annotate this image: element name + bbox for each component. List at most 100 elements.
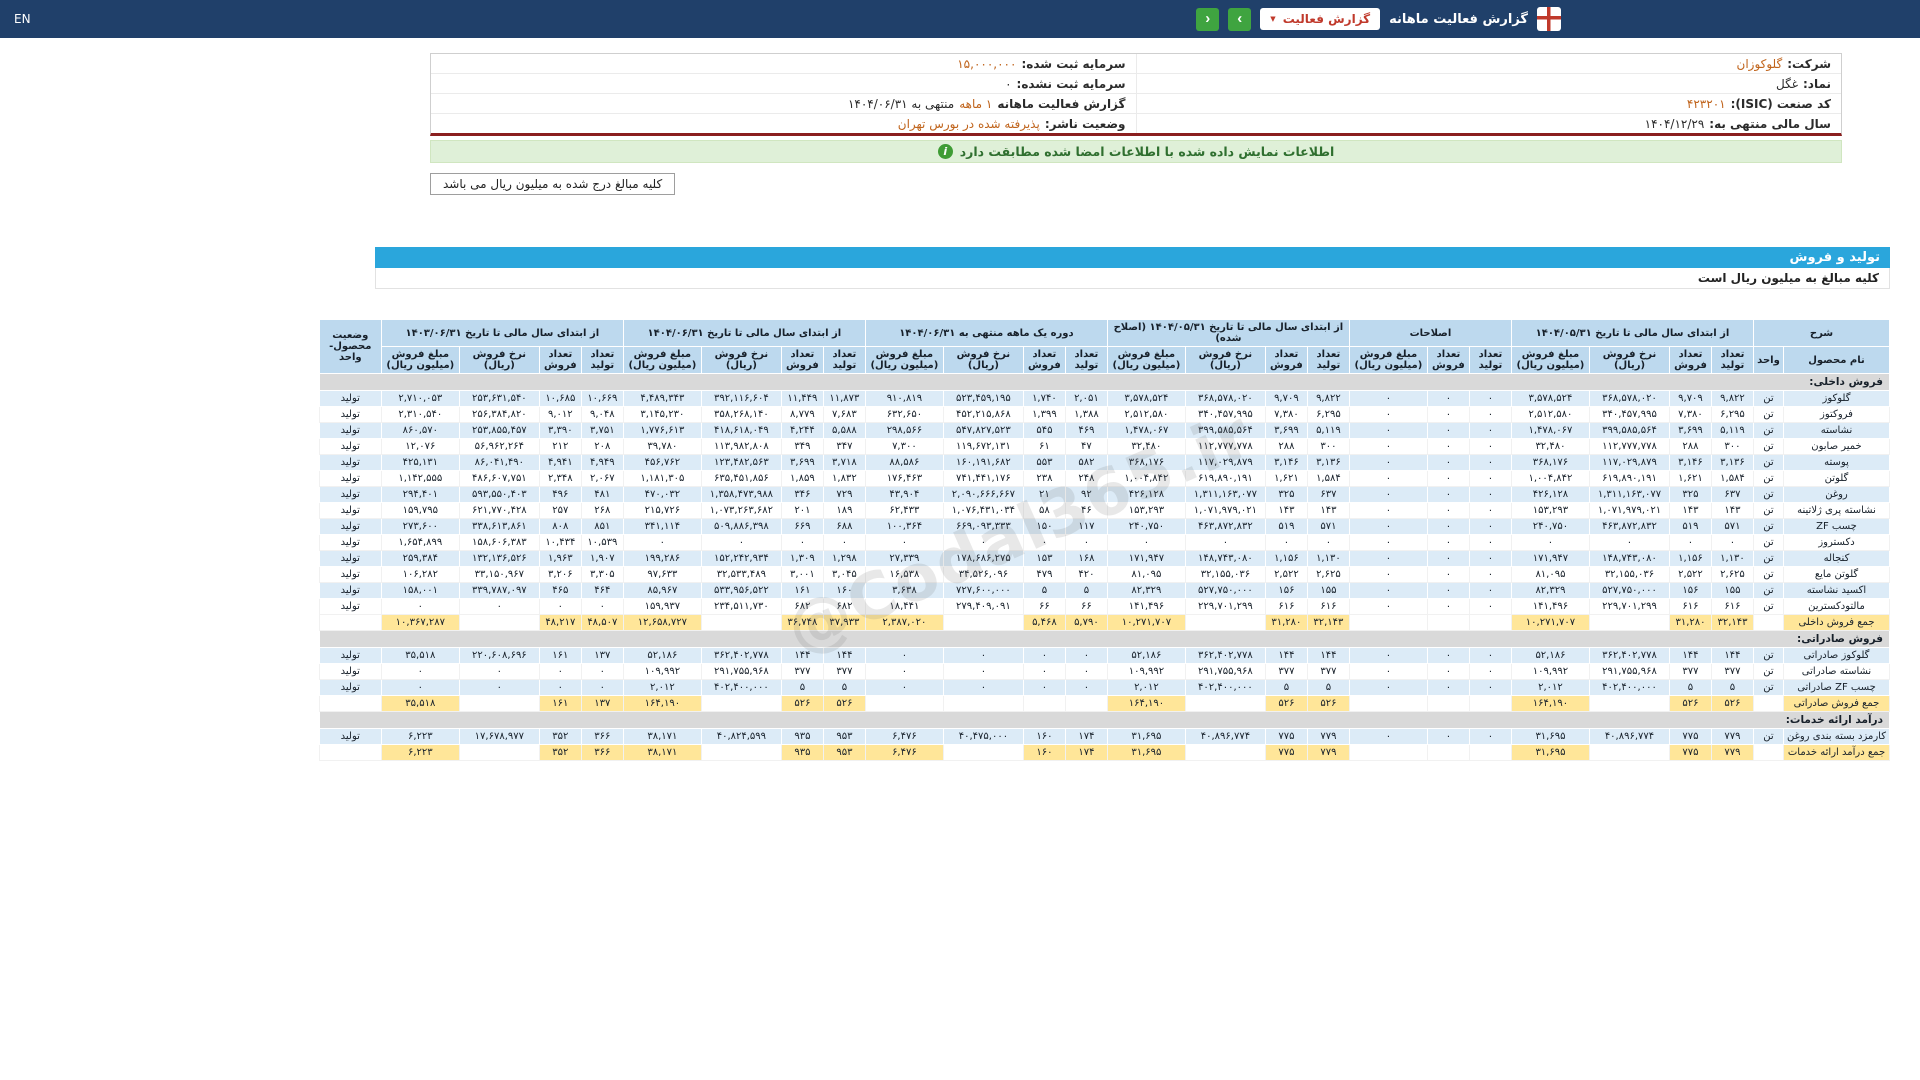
cell: ۱۴۴ — [1264, 647, 1308, 664]
header-cell: تعداد تولید — [1306, 346, 1350, 374]
cell: ۹۲ — [1064, 486, 1108, 503]
cell: ۳۵,۵۱۸ — [380, 695, 460, 712]
cell: ۰ — [1468, 534, 1512, 551]
cell: ۴۰,۸۲۴,۵۹۹ — [700, 728, 782, 745]
cell: ۵۲۶ — [1264, 695, 1308, 712]
cell: ۴۶۹ — [1064, 422, 1108, 439]
cell: ۳,۵۷۸,۵۲۴ — [1106, 390, 1186, 407]
cell: ۱۱۷,۰۲۹,۸۷۹ — [1588, 454, 1670, 471]
cell: ۱۰,۶۶۹ — [580, 390, 624, 407]
cell: ۲۵۶,۳۸۴,۸۲۰ — [458, 406, 540, 423]
cell: ۲,۳۱۰,۵۴۰ — [380, 406, 460, 423]
product-name-cell: چسب ZF صادراتی — [1783, 679, 1890, 696]
cell: ۷۷۹ — [1710, 744, 1754, 761]
cell: ۰ — [1064, 647, 1108, 664]
cell: ۶,۴۷۶ — [864, 728, 944, 745]
cell: ۳۲,۱۴۳ — [1306, 614, 1350, 631]
cell: ۲۷۳,۶۰۰ — [380, 518, 460, 535]
cell: ۶۱۹,۸۹۰,۱۹۱ — [1588, 470, 1670, 487]
cell: ۱,۵۸۴ — [1306, 470, 1350, 487]
header-cell: تعداد تولید — [1468, 346, 1512, 374]
cell: ۵ — [1064, 582, 1108, 599]
cell: ۲۱۲ — [538, 438, 582, 455]
unit-cell: تن — [1752, 582, 1785, 599]
cell: ۰ — [1022, 663, 1066, 680]
cell: ۰ — [1348, 438, 1428, 455]
header-cell: مبلغ فروش (میلیون ریال) — [622, 346, 702, 374]
cell: ۳,۶۹۹ — [1668, 422, 1712, 439]
info-label: گزارش فعالیت ماهانه — [997, 96, 1126, 111]
cell: ۶۶۹,۰۹۳,۳۳۳ — [942, 518, 1024, 535]
cell: ۱۴۳ — [1264, 502, 1308, 519]
cell: ۰ — [458, 663, 540, 680]
cell: ۰ — [1426, 679, 1470, 696]
cell: ۳۵۲ — [538, 728, 582, 745]
prev-report-button[interactable]: ‹ — [1196, 7, 1220, 31]
cell: ۳۵۸,۲۶۸,۱۴۰ — [700, 406, 782, 423]
cell: ۷۷۵ — [1668, 728, 1712, 745]
cell: ۴۲۶,۱۲۸ — [1106, 486, 1186, 503]
cell — [1348, 744, 1428, 761]
cell: ۴۸,۲۱۷ — [538, 614, 582, 631]
section-subtitle: کلیه مبالغ به میلیون ریال است — [375, 268, 1890, 289]
company-info-row: کد صنعت (ISIC): ۴۲۳۲۰۱ گزارش فعالیت ماهانه… — [431, 94, 1841, 114]
cell: ۱۰,۵۳۹ — [580, 534, 624, 551]
cell: ۱۱۲,۷۷۷,۷۷۸ — [1588, 438, 1670, 455]
total-row: جمع درآمد ارائه خدمات ۷۷۹ ۷۷۵ ۳۱,۶۹۵ ۷۷۹ ۷۷۵ ۳… — [318, 744, 1890, 761]
cell — [1588, 744, 1670, 761]
product-name-cell: خمیر صابون — [1783, 438, 1890, 455]
status-cell: تولید — [318, 518, 382, 535]
header-cell: تعداد فروش — [1022, 346, 1066, 374]
cell: ۷۷۵ — [1264, 744, 1308, 761]
cell: ۱۵۳,۲۹۳ — [1106, 502, 1186, 519]
header-cell: نرخ فروش (ریال) — [700, 346, 782, 374]
cell: ۵۹۳,۵۵۰,۴۰۳ — [458, 486, 540, 503]
cell: ۹۷,۶۳۳ — [622, 566, 702, 583]
content: شرکت: گلوکوزان سرمایه ثبت شده: ۱۵,۰۰۰,۰۰۰ نم… — [318, 53, 1920, 761]
cell: ۱,۰۰۴,۸۴۲ — [1106, 470, 1186, 487]
cell: ۳۷۷ — [780, 663, 824, 680]
cell: ۷,۳۸۰ — [1264, 406, 1308, 423]
header-cell: مبلغ فروش (میلیون ریال) — [380, 346, 460, 374]
cell: ۱۸,۴۴۱ — [864, 598, 944, 615]
cell: ۵۲,۱۸۶ — [1106, 647, 1186, 664]
cell: ۷۷۹ — [1306, 728, 1350, 745]
info-value: ۱۵,۰۰۰,۰۰۰ — [957, 56, 1017, 71]
cell: ۱۳۲,۱۳۶,۵۲۶ — [458, 550, 540, 567]
cell: ۱۰۹,۹۹۲ — [622, 663, 702, 680]
next-report-button[interactable]: › — [1228, 7, 1252, 31]
cell — [942, 695, 1024, 712]
cell: ۶۸۸ — [822, 518, 866, 535]
table-row: خمیر صابون تن ۳۰۰ ۲۸۸ ۱۱۲,۷۷۷,۷۷۸ ۳۲,۴۸۰ ۰ ۰ ۰ ۳۰… — [318, 438, 1890, 455]
cell — [458, 614, 540, 631]
cell: ۱,۳۸۸ — [1064, 406, 1108, 423]
cell — [1588, 695, 1670, 712]
cell — [1184, 614, 1266, 631]
cell: ۰ — [1348, 663, 1428, 680]
cell: ۴,۲۴۴ — [780, 422, 824, 439]
cell: ۰ — [1348, 647, 1428, 664]
cell: ۱,۱۳۰ — [1306, 550, 1350, 567]
report-type-dropdown[interactable]: گزارش فعالیت ▼ — [1260, 8, 1381, 30]
language-toggle[interactable]: EN — [14, 12, 31, 26]
header-cell: نام محصول — [1783, 346, 1890, 374]
cell: ۳,۰۴۵ — [822, 566, 866, 583]
cell: ۵۲۳,۴۵۹,۱۹۵ — [942, 390, 1024, 407]
header-cell: از ابتدای سال مالی تا تاریخ ۱۴۰۳/۰۶/۳۱ — [380, 319, 624, 347]
cell: ۹۳۵ — [780, 728, 824, 745]
cell: ۰ — [864, 534, 944, 551]
cell: ۰ — [1348, 534, 1428, 551]
cell: ۷,۶۸۳ — [822, 406, 866, 423]
chevron-down-icon: ▼ — [1270, 14, 1276, 23]
cell: ۵۲,۱۸۶ — [1510, 647, 1590, 664]
table-row: گلوکوز تن ۹,۸۲۲ ۹,۷۰۹ ۳۶۸,۵۷۸,۰۲۰ ۳,۵۷۸,۵۲۴ ۰ ۰… — [318, 390, 1890, 407]
header-cell: مبلغ فروش (میلیون ریال) — [1106, 346, 1186, 374]
cell: ۱,۹۰۷ — [580, 550, 624, 567]
cell: ۱۴۴ — [1306, 647, 1350, 664]
cell: ۱,۹۶۳ — [538, 550, 582, 567]
signed-info-banner: اطلاعات نمایش داده شده با اطلاعات امضا ش… — [430, 140, 1842, 163]
cell: ۴۰۲,۴۰۰,۰۰۰ — [1588, 679, 1670, 696]
info-value[interactable]: گلوکوزان — [1737, 57, 1783, 71]
cell: ۴۰۲,۴۰۰,۰۰۰ — [1184, 679, 1266, 696]
cell: ۰ — [1348, 598, 1428, 615]
